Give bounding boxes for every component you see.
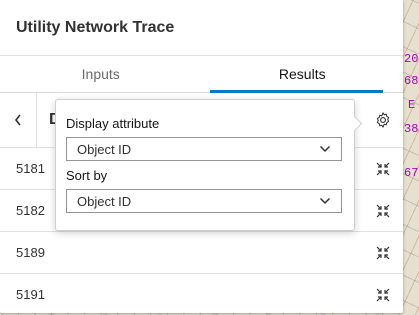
back-button[interactable] bbox=[0, 93, 37, 147]
result-object-id: 5189 bbox=[16, 245, 45, 260]
settings-button[interactable] bbox=[363, 93, 403, 147]
zoom-to-feature-button[interactable] bbox=[363, 287, 403, 303]
map-label: 68 bbox=[404, 74, 419, 88]
zoom-to-feature-button[interactable] bbox=[363, 161, 403, 177]
chevron-down-icon bbox=[319, 197, 331, 205]
map-label: 38 bbox=[404, 122, 419, 136]
sort-by-value: Object ID bbox=[77, 193, 132, 209]
map-label: E bbox=[408, 98, 416, 112]
zoom-to-feature-button[interactable] bbox=[363, 203, 403, 219]
zoom-to-icon bbox=[376, 204, 390, 217]
display-attribute-select[interactable]: Object ID bbox=[66, 137, 342, 161]
tab-inputs[interactable]: Inputs bbox=[0, 56, 202, 92]
tab-results[interactable]: Results bbox=[202, 56, 404, 92]
zoom-to-icon bbox=[376, 246, 390, 259]
result-row[interactable]: 5189 bbox=[0, 232, 403, 274]
result-settings-popover: Display attribute Object ID Sort by Obje… bbox=[55, 99, 355, 231]
sort-by-select[interactable]: Object ID bbox=[66, 189, 342, 213]
chevron-down-icon bbox=[319, 145, 331, 153]
chevron-left-icon bbox=[14, 114, 21, 126]
zoom-to-icon bbox=[376, 288, 390, 301]
result-object-id: 5191 bbox=[16, 287, 45, 302]
display-attribute-label: Display attribute bbox=[66, 116, 160, 131]
display-attribute-value: Object ID bbox=[77, 141, 132, 157]
tab-bar: Inputs Results bbox=[0, 56, 403, 93]
zoom-to-icon bbox=[376, 162, 390, 175]
sort-by-label: Sort by bbox=[66, 168, 108, 183]
gear-icon bbox=[376, 112, 390, 128]
zoom-to-feature-button[interactable] bbox=[363, 245, 403, 261]
result-row[interactable]: 5191 bbox=[0, 274, 403, 313]
map-label: 67 bbox=[404, 166, 419, 180]
panel-title: Utility Network Trace bbox=[0, 0, 403, 56]
map-label: 20 bbox=[404, 52, 419, 66]
